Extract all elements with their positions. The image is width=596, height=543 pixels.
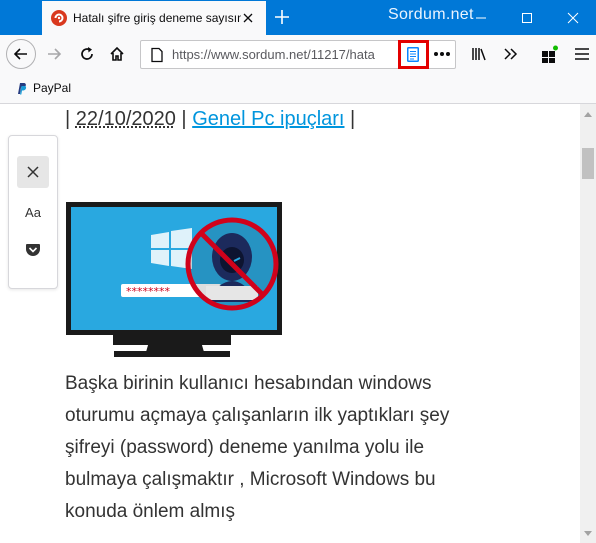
vertical-scrollbar[interactable] — [580, 104, 596, 543]
reader-view-highlight-box — [398, 40, 429, 69]
hamburger-menu-icon — [575, 48, 589, 60]
extensions-button[interactable] — [535, 39, 565, 69]
home-icon — [110, 46, 124, 61]
minimize-button[interactable] — [458, 0, 504, 35]
reader-toolbar: Aa — [8, 135, 58, 289]
reload-button[interactable] — [72, 39, 102, 69]
scroll-down-button[interactable] — [580, 525, 596, 541]
bookmark-paypal[interactable]: PayPal — [16, 81, 71, 95]
back-button[interactable] — [6, 39, 36, 69]
article-body-text: Başka birinin kullanıcı hesabından windo… — [65, 373, 450, 522]
page-actions-button[interactable] — [431, 45, 453, 63]
meta-separator: | — [175, 108, 193, 130]
reload-icon — [81, 47, 93, 60]
article-meta-line: | 22/10/2020 | Genel Pc ipuçları | — [65, 108, 355, 131]
close-window-button[interactable] — [550, 0, 596, 35]
scroll-up-arrow-icon — [584, 111, 592, 117]
bookmarks-toolbar: PayPal — [0, 73, 596, 104]
article-date: 22/10/2020 — [75, 108, 176, 130]
hacker-prohibited-icon — [185, 217, 279, 311]
pocket-icon — [26, 244, 40, 256]
active-tab[interactable]: Hatalı şifre giriş deneme sayısını — [42, 1, 266, 35]
library-icon — [472, 48, 486, 61]
close-reader-view-button[interactable] — [17, 156, 49, 188]
meta-suffix: | — [344, 108, 356, 130]
pocket-button[interactable] — [17, 234, 49, 266]
hamburger-menu-button[interactable] — [567, 39, 596, 69]
password-mask: ******** — [126, 285, 171, 298]
more-dots-icon — [434, 52, 450, 56]
new-tab-plus-icon[interactable] — [272, 7, 292, 27]
title-bar: Hatalı şifre giriş deneme sayısını Sordu… — [0, 0, 596, 35]
maximize-button[interactable] — [504, 0, 550, 35]
page-info-icon[interactable] — [149, 47, 165, 63]
library-button[interactable] — [464, 39, 494, 69]
scroll-down-arrow-icon — [584, 530, 592, 536]
paypal-icon — [18, 82, 27, 94]
tab-close-icon[interactable] — [240, 10, 256, 26]
tab-title: Hatalı şifre giriş deneme sayısını — [73, 11, 241, 25]
back-arrow-icon — [13, 48, 27, 60]
maximize-icon — [522, 12, 532, 23]
extensions-icon — [542, 45, 558, 63]
bookmark-label: PayPal — [33, 81, 72, 95]
home-button[interactable] — [102, 39, 132, 69]
chevron-double-right-icon — [504, 48, 518, 60]
type-controls-label: Aa — [25, 204, 41, 220]
reader-view-content: | 22/10/2020 | Genel Pc ipuçları | Aa **… — [0, 104, 580, 543]
close-icon — [27, 166, 39, 178]
forward-arrow-icon — [48, 48, 62, 60]
forward-button[interactable] — [39, 39, 69, 69]
type-controls-button[interactable]: Aa — [17, 196, 49, 228]
minimize-icon — [476, 17, 486, 18]
article-illustration-monitor: ******** — [66, 202, 282, 357]
scrollbar-thumb[interactable] — [582, 148, 594, 179]
overflow-menu-button[interactable] — [495, 39, 525, 69]
navigation-toolbar: https://www.sordum.net/11217/hata — [0, 35, 596, 73]
meta-prefix: | — [65, 108, 76, 130]
close-window-icon — [567, 12, 579, 23]
sordum-favicon-icon — [51, 10, 67, 26]
url-text[interactable]: https://www.sordum.net/11217/hata — [172, 47, 394, 62]
scroll-up-button[interactable] — [580, 106, 596, 122]
category-link[interactable]: Genel Pc ipuçları — [192, 108, 344, 130]
